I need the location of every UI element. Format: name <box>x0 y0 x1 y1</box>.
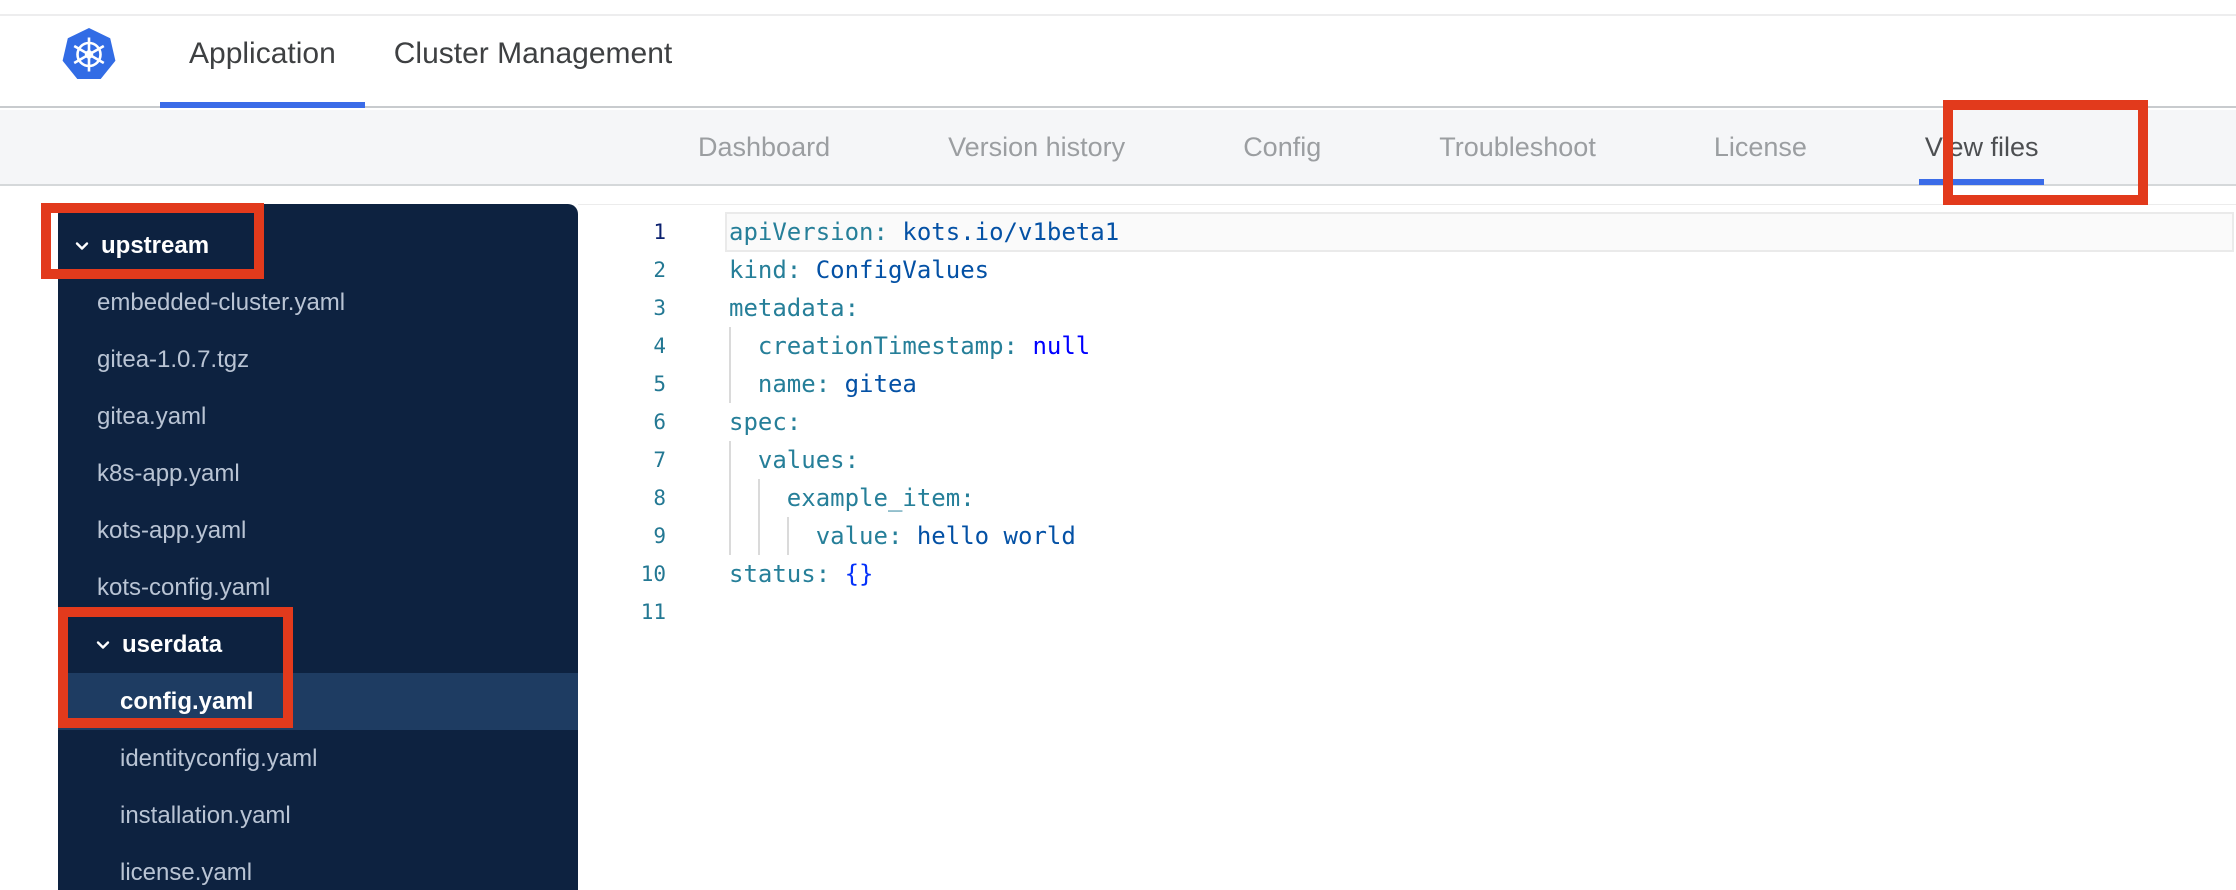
tab-config[interactable]: Config <box>1243 110 1321 184</box>
line-number: 3 <box>653 296 666 320</box>
tree-item-label: identityconfig.yaml <box>120 744 318 772</box>
line-number: 6 <box>653 410 666 434</box>
tree-file-k8s-app-yaml[interactable]: k8s-app.yaml <box>58 445 578 502</box>
tree-file-identityconfig-yaml[interactable]: identityconfig.yaml <box>58 730 578 787</box>
tree-item-label: upstream <box>101 231 210 259</box>
tab-dashboard[interactable]: Dashboard <box>698 110 830 184</box>
line-number: 9 <box>653 524 666 548</box>
app-subnav: Dashboard Version history Config Troublesho… <box>0 110 2236 186</box>
line-number: 10 <box>640 562 666 586</box>
tree-item-label: installation.yaml <box>120 801 291 829</box>
indent-guide <box>729 365 731 403</box>
chevron-down-icon <box>93 635 113 655</box>
chevron-down-icon <box>72 236 92 256</box>
code-token: name: <box>729 370 831 398</box>
code-line: name: gitea <box>729 365 2236 403</box>
code-token: metadata: <box>729 294 860 322</box>
line-number: 8 <box>653 486 666 510</box>
line-number: 11 <box>640 600 666 624</box>
tree-file-license-yaml[interactable]: license.yaml <box>58 844 578 890</box>
code-line: values: <box>729 441 2236 479</box>
code-token: {} <box>844 560 874 588</box>
app-header: Application Cluster Management <box>0 0 2236 108</box>
editor-top-divider <box>578 204 2236 205</box>
code-token: gitea <box>844 370 917 398</box>
tree-file-kots-app-yaml[interactable]: kots-app.yaml <box>58 502 578 559</box>
tree-item-label: config.yaml <box>120 687 254 715</box>
tree-item-label: license.yaml <box>120 858 253 886</box>
tree-item-label: gitea.yaml <box>97 402 207 430</box>
tree-file-config-yaml[interactable]: config.yaml <box>58 673 578 730</box>
code-line: spec: <box>729 403 2236 441</box>
line-number-gutter: 1 2 3 4 5 6 7 8 9 10 11 <box>578 213 666 631</box>
indent-guide <box>729 441 731 479</box>
kots-admin-console: Application Cluster Management Dashboard V… <box>0 0 2236 890</box>
tree-item-label: embedded-cluster.yaml <box>97 288 346 316</box>
tab-license[interactable]: License <box>1714 110 1807 184</box>
tree-file-embedded-cluster-yaml[interactable]: embedded-cluster.yaml <box>58 274 578 331</box>
code-token: ConfigValues <box>815 256 990 284</box>
line-number: 7 <box>653 448 666 472</box>
kubernetes-logo-icon <box>62 27 116 87</box>
code-line: apiVersion: kots.io/v1beta1 <box>729 213 2236 251</box>
tree-file-kots-config-yaml[interactable]: kots-config.yaml <box>58 559 578 616</box>
line-number: 2 <box>653 258 666 282</box>
top-divider <box>0 14 2236 16</box>
code-token: kind: <box>729 256 802 284</box>
header-tabs: Application Cluster Management <box>160 0 701 108</box>
indent-guide <box>729 479 731 517</box>
code-token: value: <box>729 522 903 550</box>
code-line: status: {} <box>729 555 2236 593</box>
line-number: 5 <box>653 372 666 396</box>
tree-item-label: userdata <box>122 630 223 658</box>
code-line: creationTimestamp: null <box>729 327 2236 365</box>
tab-view-files[interactable]: View files <box>1918 110 2045 185</box>
code-token: null <box>1032 332 1091 360</box>
tab-version-history[interactable]: Version history <box>948 110 1125 184</box>
line-number: 1 <box>653 220 666 244</box>
code-token: hello world <box>916 522 1076 550</box>
code-line: metadata: <box>729 289 2236 327</box>
tree-item-label: kots-config.yaml <box>97 573 271 601</box>
code-editor[interactable]: apiVersion: kots.io/v1beta1 kind: ConfigV… <box>729 213 2236 631</box>
tree-file-installation-yaml[interactable]: installation.yaml <box>58 787 578 844</box>
tree-folder-upstream[interactable]: upstream <box>58 217 578 274</box>
code-token: kots.io/v1beta1 <box>902 218 1120 246</box>
code-line: example_item: <box>729 479 2236 517</box>
tree-file-gitea-yaml[interactable]: gitea.yaml <box>58 388 578 445</box>
indent-guide <box>757 479 760 517</box>
tab-troubleshoot[interactable]: Troubleshoot <box>1439 110 1596 184</box>
code-line: value: hello world <box>729 517 2236 555</box>
code-token: status: <box>729 560 831 588</box>
indent-guide <box>757 517 760 555</box>
tree-item-label: gitea-1.0.7.tgz <box>97 345 250 373</box>
code-token: spec: <box>729 408 802 436</box>
tree-file-gitea-1-0-7-tgz[interactable]: gitea-1.0.7.tgz <box>58 331 578 388</box>
header-tab-cluster-management[interactable]: Cluster Management <box>365 0 701 108</box>
indent-guide <box>729 517 731 555</box>
code-token: example_item: <box>729 484 975 512</box>
subnav-items: Dashboard Version history Config Troublesho… <box>698 110 2045 185</box>
code-line: kind: ConfigValues <box>729 251 2236 289</box>
code-token: values: <box>729 446 860 474</box>
tree-item-label: k8s-app.yaml <box>97 459 240 487</box>
indent-guide <box>729 327 731 365</box>
file-tree-sidebar: upstream embedded-cluster.yaml gitea-1.0.7… <box>58 204 578 890</box>
tree-item-label: kots-app.yaml <box>97 516 247 544</box>
code-token: apiVersion: <box>729 218 888 246</box>
line-number: 4 <box>653 334 666 358</box>
code-token: creationTimestamp: <box>729 332 1018 360</box>
tree-folder-userdata[interactable]: userdata <box>58 616 578 673</box>
header-tab-application[interactable]: Application <box>160 0 365 108</box>
indent-guide <box>786 517 789 555</box>
